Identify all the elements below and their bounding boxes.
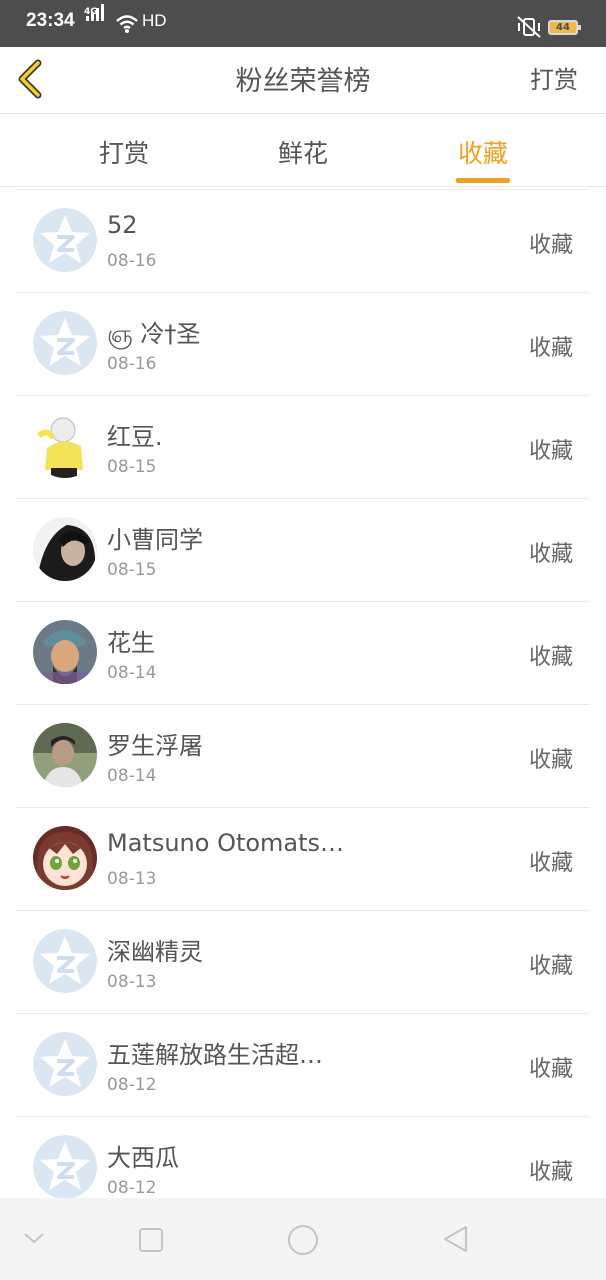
fan-action-label: 收藏	[528, 1057, 573, 1082]
fan-row[interactable]: 深幽精灵 08-13 收藏	[16, 910, 590, 1013]
fan-name: 花生	[107, 629, 155, 657]
fan-row[interactable]: 52 08-16 收藏	[16, 189, 590, 292]
fan-date: 08-14	[107, 766, 157, 786]
fan-date: 08-14	[107, 663, 157, 683]
fan-list: 52 08-16 收藏 ஞ 冷†圣 08-16 收藏 红豆. 08-15 收藏 小曹同学 08-15…	[16, 189, 590, 1219]
fan-name: Matsuno Otomats…	[107, 829, 345, 857]
fan-row[interactable]: 红豆. 08-15 收藏	[16, 395, 590, 498]
fan-date: 08-15	[107, 560, 157, 580]
active-tab-indicator	[456, 178, 510, 183]
tip-button[interactable]: 打赏	[530, 60, 578, 95]
system-nav-bar	[0, 1198, 606, 1280]
avatar[interactable]	[33, 1135, 97, 1199]
fan-row[interactable]: 罗生浮屠 08-14 收藏	[16, 704, 590, 807]
avatar[interactable]	[33, 826, 97, 890]
fan-action-label: 收藏	[528, 233, 573, 258]
fan-date: 08-16	[107, 354, 157, 374]
app-header: 粉丝荣誉榜 打赏	[0, 47, 606, 113]
avatar[interactable]	[33, 311, 97, 375]
avatar[interactable]	[33, 517, 97, 581]
page-title: 粉丝荣誉榜	[235, 66, 371, 97]
fan-row[interactable]: ஞ 冷†圣 08-16 收藏	[16, 292, 590, 395]
fan-name: 五莲解放路生活超…	[107, 1041, 323, 1069]
tab-tip[interactable]: 打赏	[44, 134, 204, 170]
fan-date: 08-13	[107, 972, 157, 992]
tab-favorites[interactable]: 收藏	[403, 134, 563, 170]
status-time: 23:34	[26, 10, 75, 31]
fan-date: 08-15	[107, 457, 157, 477]
fan-action-label: 收藏	[528, 1160, 573, 1185]
fan-row[interactable]: 花生 08-14 收藏	[16, 601, 590, 704]
wifi-icon	[116, 15, 138, 33]
fan-name: 红豆.	[107, 423, 163, 451]
fan-name: 罗生浮屠	[107, 732, 203, 760]
avatar[interactable]	[33, 208, 97, 272]
hd-indicator: HD	[142, 11, 167, 30]
fan-name: ஞ 冷†圣	[107, 320, 201, 348]
fan-action-label: 收藏	[528, 748, 573, 773]
fan-name: 52	[107, 211, 138, 239]
battery-indicator: 44	[548, 20, 581, 35]
fan-row[interactable]: Matsuno Otomats… 08-13 收藏	[16, 807, 590, 910]
avatar[interactable]	[33, 620, 97, 684]
avatar[interactable]	[33, 1032, 97, 1096]
collapse-chevron-icon[interactable]	[22, 1230, 46, 1246]
avatar[interactable]	[33, 414, 97, 478]
fan-date: 08-13	[107, 869, 157, 889]
tab-bar: 打赏 鲜花 收藏	[0, 113, 606, 187]
vibrate-mute-icon	[517, 16, 541, 38]
fan-row[interactable]: 小曹同学 08-15 收藏	[16, 498, 590, 601]
fan-date: 08-16	[107, 251, 157, 271]
fan-row[interactable]: 五莲解放路生活超… 08-12 收藏	[16, 1013, 590, 1116]
tab-flowers[interactable]: 鲜花	[223, 134, 383, 170]
avatar[interactable]	[33, 929, 97, 993]
fan-name: 大西瓜	[107, 1144, 179, 1172]
fan-action-label: 收藏	[528, 645, 573, 670]
recent-apps-icon[interactable]	[138, 1227, 164, 1253]
fan-date: 08-12	[107, 1075, 157, 1095]
back-triangle-icon[interactable]	[440, 1224, 470, 1254]
fan-action-label: 收藏	[528, 851, 573, 876]
fan-name: 深幽精灵	[107, 938, 203, 966]
fan-action-label: 收藏	[528, 439, 573, 464]
fan-date: 08-12	[107, 1178, 157, 1198]
fan-action-label: 收藏	[528, 954, 573, 979]
fan-action-label: 收藏	[528, 542, 573, 567]
fan-action-label: 收藏	[528, 336, 573, 361]
status-bar: 23:34 4G HD 44	[0, 0, 606, 47]
avatar[interactable]	[33, 723, 97, 787]
home-icon[interactable]	[286, 1223, 320, 1257]
fan-name: 小曹同学	[107, 526, 203, 554]
